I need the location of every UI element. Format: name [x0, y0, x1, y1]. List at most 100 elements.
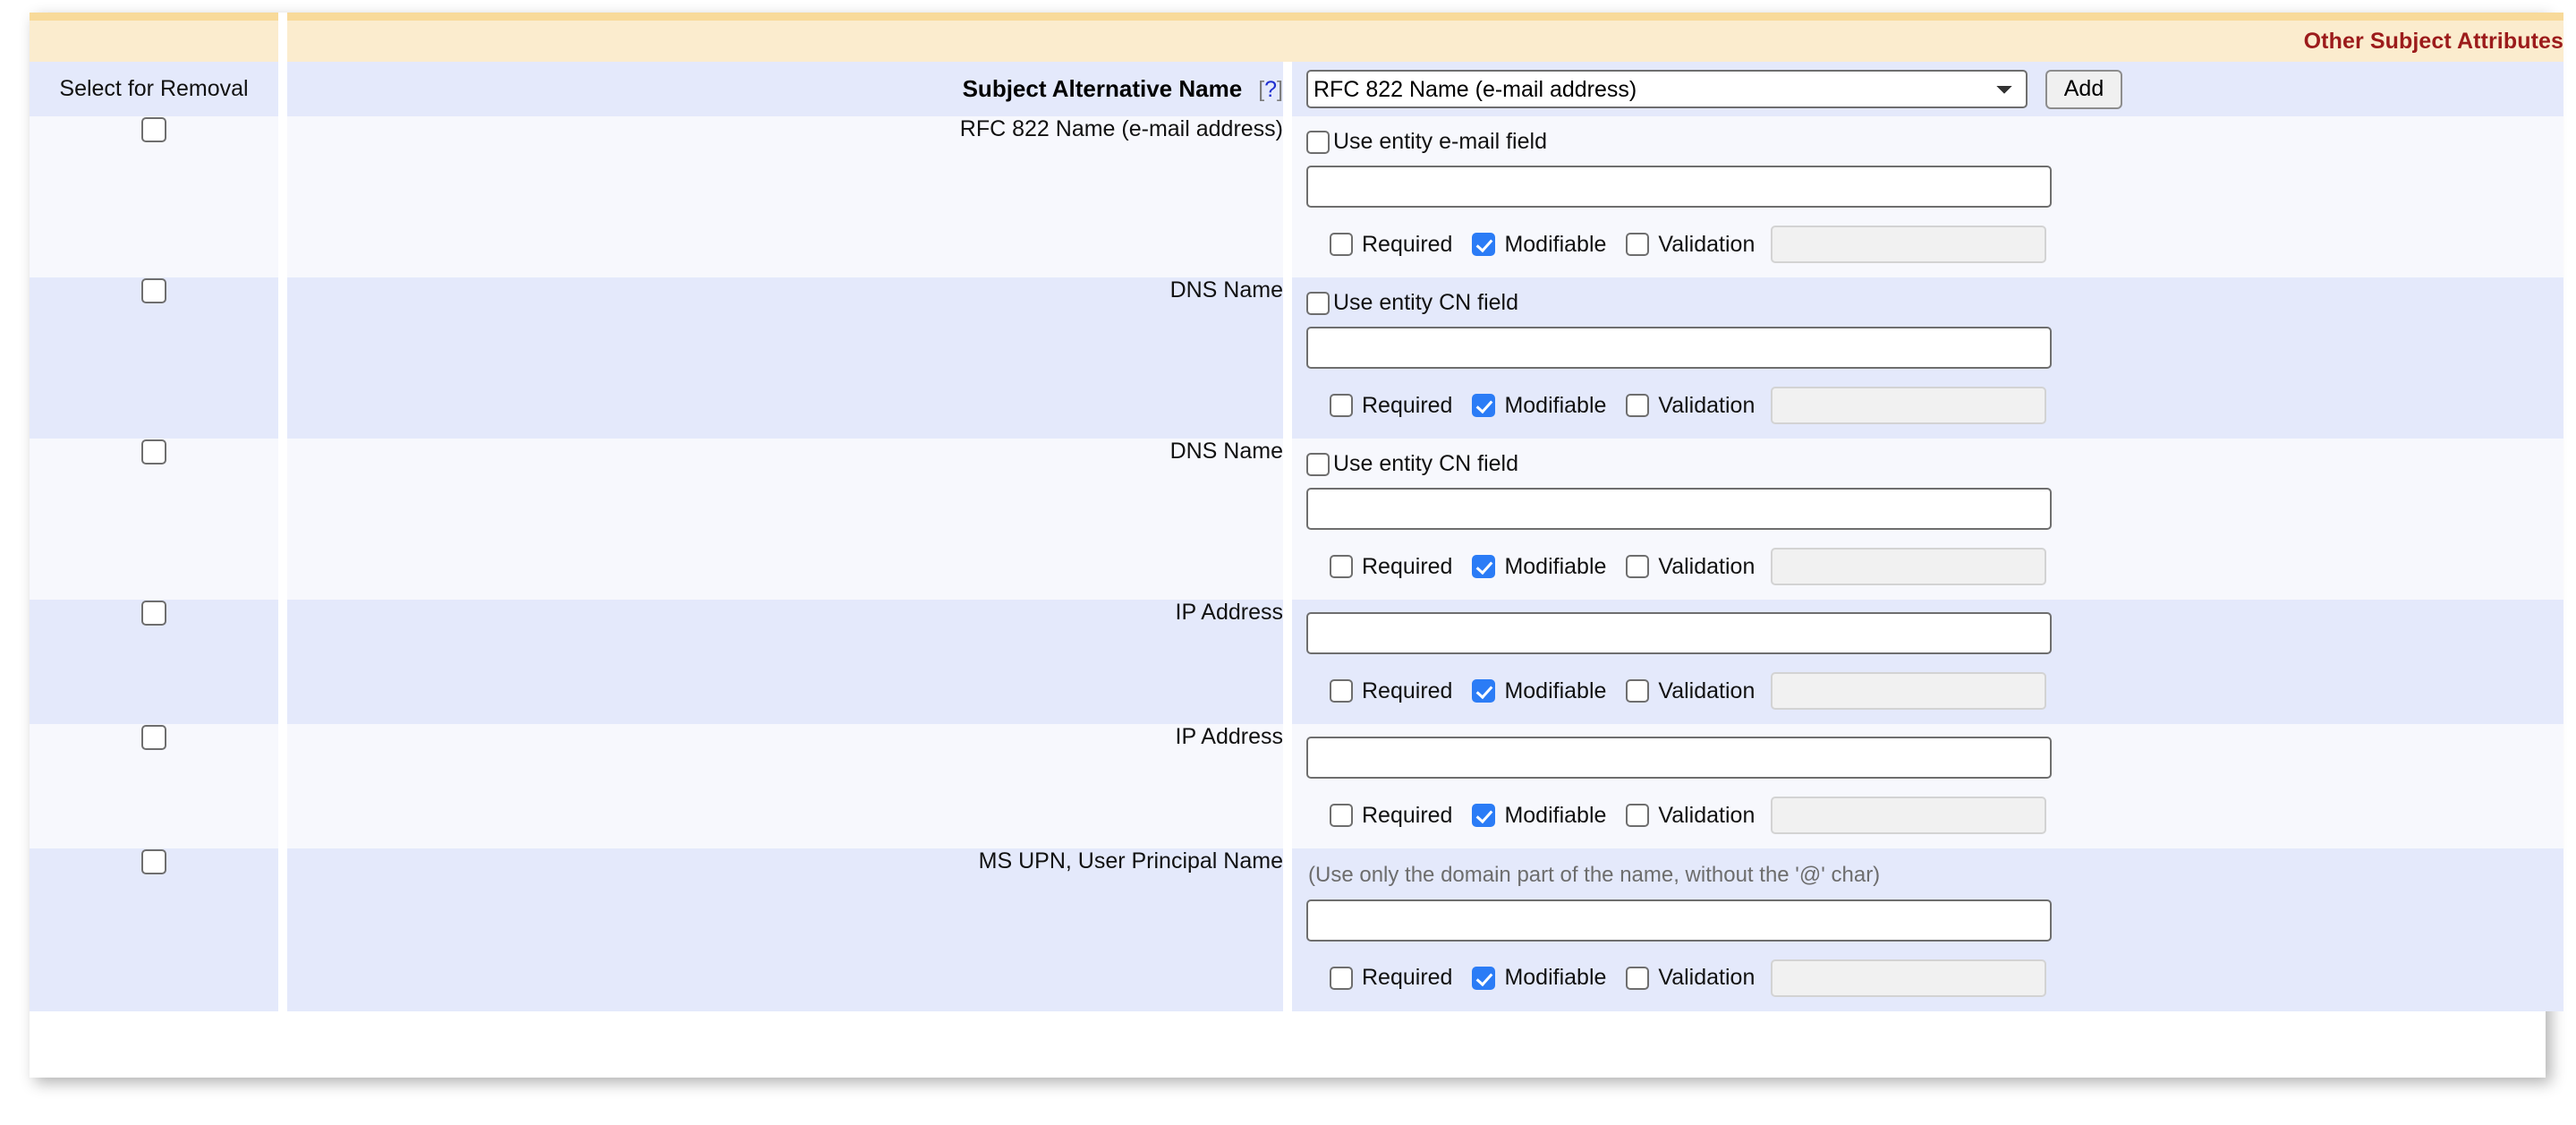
- use-entity-checkbox[interactable]: [1306, 453, 1330, 476]
- modifiable-label: Modifiable: [1504, 232, 1606, 258]
- validation-input[interactable]: [1771, 387, 2046, 424]
- table-row: DNS Name Use entity CN field Required Modif…: [30, 439, 2563, 600]
- column-gap: [1283, 116, 1292, 277]
- column-gap: [278, 277, 287, 439]
- column-gap: [278, 439, 287, 600]
- san-controls: RFC 822 Name (e-mail address)DNS NameIP …: [1292, 62, 2563, 116]
- required-checkbox[interactable]: [1330, 233, 1353, 256]
- subject-alternative-name-row: Select for Removal Subject Alternative N…: [30, 62, 2563, 116]
- table-row: MS UPN, User Principal Name(Use only the…: [30, 848, 2563, 1011]
- required-checkbox[interactable]: [1330, 394, 1353, 417]
- value-input[interactable]: [1306, 737, 2052, 779]
- modifiable-label: Modifiable: [1504, 554, 1606, 580]
- required-checkbox[interactable]: [1330, 555, 1353, 578]
- remove-checkbox[interactable]: [141, 439, 166, 464]
- removal-cell: [30, 848, 278, 1011]
- value-input[interactable]: [1306, 327, 2052, 369]
- required-checkbox[interactable]: [1330, 679, 1353, 703]
- use-entity-field-toggle[interactable]: Use entity e-mail field: [1306, 129, 2563, 155]
- use-entity-checkbox[interactable]: [1306, 131, 1330, 154]
- san-controls-cell: RFC 822 Name (e-mail address)DNS NameIP …: [1292, 62, 2563, 116]
- row-label: IP Address: [287, 600, 1283, 724]
- column-gap: [278, 848, 287, 1011]
- use-entity-label: Use entity e-mail field: [1333, 129, 1547, 155]
- validation-checkbox[interactable]: [1626, 967, 1649, 990]
- table-row: IP AddressRequiredModifiableValidation: [30, 724, 2563, 848]
- row-label: IP Address: [287, 724, 1283, 848]
- modifiable-checkbox[interactable]: [1472, 967, 1495, 990]
- san-label-text: Subject Alternative Name: [963, 75, 1243, 102]
- column-gap: [1283, 62, 1292, 116]
- column-gap: [278, 116, 287, 277]
- modifiable-checkbox[interactable]: [1472, 804, 1495, 827]
- modifiable-label: Modifiable: [1504, 678, 1606, 704]
- value-input[interactable]: [1306, 612, 2052, 654]
- row-fields-cell: RequiredModifiableValidation: [1292, 724, 2563, 848]
- use-entity-checkbox[interactable]: [1306, 292, 1330, 315]
- validation-checkbox[interactable]: [1626, 804, 1649, 827]
- required-label: Required: [1362, 232, 1452, 258]
- row-fields-cell: Use entity CN field Required Modifiable Val…: [1292, 439, 2563, 600]
- san-type-select[interactable]: RFC 822 Name (e-mail address)DNS NameIP …: [1306, 70, 2028, 108]
- use-entity-field-toggle[interactable]: Use entity CN field: [1306, 290, 2563, 316]
- row-label: DNS Name: [287, 277, 1283, 439]
- removal-cell: [30, 600, 278, 724]
- validation-input[interactable]: [1771, 226, 2046, 263]
- required-label: Required: [1362, 678, 1452, 704]
- required-checkbox[interactable]: [1330, 967, 1353, 990]
- column-gap: [1283, 724, 1292, 848]
- modifiable-checkbox[interactable]: [1472, 233, 1495, 256]
- row-fields-cell: Use entity CN fieldRequiredModifiableVal…: [1292, 277, 2563, 439]
- validation-checkbox[interactable]: [1626, 233, 1649, 256]
- modifiable-checkbox[interactable]: [1472, 555, 1495, 578]
- validation-checkbox[interactable]: [1626, 679, 1649, 703]
- value-input[interactable]: [1306, 166, 2052, 208]
- flags-row: RequiredModifiableValidation: [1306, 959, 2563, 997]
- remove-checkbox[interactable]: [141, 849, 166, 874]
- validation-checkbox[interactable]: [1626, 555, 1649, 578]
- validation-label: Validation: [1658, 965, 1755, 991]
- validation-input[interactable]: [1771, 548, 2046, 585]
- modifiable-label: Modifiable: [1504, 965, 1606, 991]
- validation-label: Validation: [1658, 554, 1755, 580]
- use-entity-field-toggle[interactable]: Use entity CN field: [1306, 451, 2563, 477]
- help-bracket-close: ]: [1277, 77, 1283, 102]
- table-header-row: Other Subject Attributes: [30, 13, 2563, 62]
- table-body: Other Subject Attributes Select for Remo…: [30, 13, 2563, 1011]
- flags-row: Required Modifiable Validation: [1306, 672, 2563, 710]
- add-button[interactable]: Add: [2045, 70, 2122, 109]
- validation-input[interactable]: [1771, 797, 2046, 834]
- modifiable-checkbox[interactable]: [1472, 394, 1495, 417]
- modifiable-checkbox[interactable]: [1472, 679, 1495, 703]
- remove-checkbox[interactable]: [141, 601, 166, 626]
- value-input[interactable]: [1306, 488, 2052, 530]
- removal-cell: [30, 439, 278, 600]
- value-input[interactable]: [1306, 899, 2052, 942]
- validation-checkbox[interactable]: [1626, 394, 1649, 417]
- required-checkbox[interactable]: [1330, 804, 1353, 827]
- validation-label: Validation: [1658, 678, 1755, 704]
- table-row: RFC 822 Name (e-mail address)Use entity …: [30, 116, 2563, 277]
- remove-checkbox[interactable]: [141, 278, 166, 303]
- validation-input[interactable]: [1771, 959, 2046, 997]
- column-gap: [278, 600, 287, 724]
- modifiable-label: Modifiable: [1504, 803, 1606, 829]
- row-body: (Use only the domain part of the name, w…: [1292, 848, 2563, 1011]
- row-label: MS UPN, User Principal Name: [287, 848, 1283, 1011]
- column-gap: [1283, 439, 1292, 600]
- remove-checkbox[interactable]: [141, 117, 166, 142]
- flags-row: Required Modifiable Validation: [1306, 548, 2563, 585]
- use-entity-label: Use entity CN field: [1333, 290, 1518, 316]
- column-gap: [1283, 600, 1292, 724]
- header-cell-left: [30, 13, 278, 62]
- row-label: DNS Name: [287, 439, 1283, 600]
- row-label: RFC 822 Name (e-mail address): [287, 116, 1283, 277]
- required-label: Required: [1362, 554, 1452, 580]
- remove-checkbox[interactable]: [141, 725, 166, 750]
- removal-cell: [30, 724, 278, 848]
- validation-input[interactable]: [1771, 672, 2046, 710]
- help-link[interactable]: [?]: [1258, 77, 1283, 102]
- modifiable-label: Modifiable: [1504, 393, 1606, 419]
- row-fields-cell: Use entity e-mail field Required Modifiabl…: [1292, 116, 2563, 277]
- required-label: Required: [1362, 803, 1452, 829]
